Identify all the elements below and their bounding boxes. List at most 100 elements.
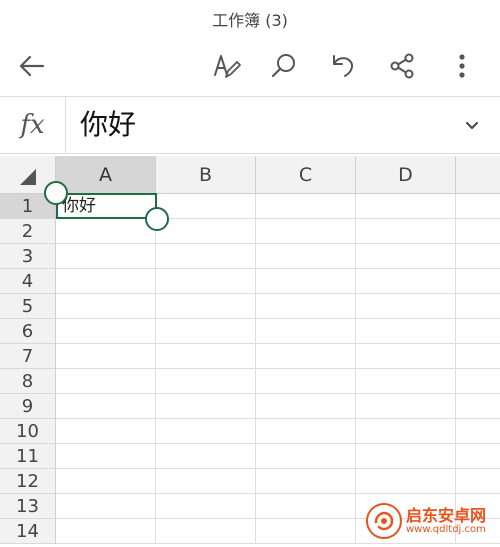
cell-d10[interactable] — [356, 419, 456, 444]
cell-b6[interactable] — [156, 319, 256, 344]
row-header-6[interactable]: 6 — [0, 319, 56, 344]
cell-c11[interactable] — [256, 444, 356, 469]
function-button[interactable]: fx — [0, 97, 66, 153]
row-header-9[interactable]: 9 — [0, 394, 56, 419]
cell-b12[interactable] — [156, 469, 256, 494]
selection-handle-end[interactable] — [145, 207, 169, 231]
cell-c2[interactable] — [256, 219, 356, 244]
cell-a4[interactable] — [56, 269, 156, 294]
window-title: 工作簿 (3) — [212, 11, 288, 30]
cell-b14[interactable] — [156, 519, 256, 544]
cell-a13[interactable] — [56, 494, 156, 519]
row-header-12[interactable]: 12 — [0, 469, 56, 494]
cell-a6[interactable] — [56, 319, 156, 344]
cell-a10[interactable] — [56, 419, 156, 444]
cell-a3[interactable] — [56, 244, 156, 269]
row-header-13[interactable]: 13 — [0, 494, 56, 519]
more-vertical-icon — [459, 54, 465, 78]
cell-a7[interactable] — [56, 344, 156, 369]
row-header-10[interactable]: 10 — [0, 419, 56, 444]
cell-d8[interactable] — [356, 369, 456, 394]
cell-e7[interactable] — [456, 344, 500, 369]
cell-e3[interactable] — [456, 244, 500, 269]
cell-d5[interactable] — [356, 294, 456, 319]
selection-handle-start[interactable] — [44, 181, 68, 205]
cell-b10[interactable] — [156, 419, 256, 444]
cell-b1[interactable] — [156, 194, 256, 219]
cell-c8[interactable] — [256, 369, 356, 394]
cell-c7[interactable] — [256, 344, 356, 369]
cell-a2[interactable] — [56, 219, 156, 244]
cell-d9[interactable] — [356, 394, 456, 419]
more-options-button[interactable] — [440, 44, 484, 88]
row-header-4[interactable]: 4 — [0, 269, 56, 294]
cell-c14[interactable] — [256, 519, 356, 544]
cell-d6[interactable] — [356, 319, 456, 344]
cell-e4[interactable] — [456, 269, 500, 294]
row-header-14[interactable]: 14 — [0, 519, 56, 544]
expand-formula-button[interactable] — [458, 111, 486, 139]
cell-b4[interactable] — [156, 269, 256, 294]
cell-a9[interactable] — [56, 394, 156, 419]
cell-c5[interactable] — [256, 294, 356, 319]
cell-e5[interactable] — [456, 294, 500, 319]
column-header-c[interactable]: C — [256, 156, 356, 194]
column-header-extra[interactable] — [456, 156, 500, 194]
cell-d3[interactable] — [356, 244, 456, 269]
cell-d4[interactable] — [356, 269, 456, 294]
cell-c12[interactable] — [256, 469, 356, 494]
cell-b3[interactable] — [156, 244, 256, 269]
cell-c13[interactable] — [256, 494, 356, 519]
watermark: 启东安卓网 www.qdltdj.com — [366, 499, 496, 543]
cell-c6[interactable] — [256, 319, 356, 344]
cell-a1[interactable]: 你好 — [56, 194, 156, 219]
cell-d12[interactable] — [356, 469, 456, 494]
formula-bar: fx 你好 — [0, 96, 500, 154]
row-header-5[interactable]: 5 — [0, 294, 56, 319]
cell-b2[interactable] — [156, 219, 256, 244]
undo-button[interactable] — [320, 44, 364, 88]
column-header-a[interactable]: A — [56, 156, 156, 194]
cell-e9[interactable] — [456, 394, 500, 419]
cell-e2[interactable] — [456, 219, 500, 244]
cell-b7[interactable] — [156, 344, 256, 369]
cell-a5[interactable] — [56, 294, 156, 319]
cell-e11[interactable] — [456, 444, 500, 469]
row-header-11[interactable]: 11 — [0, 444, 56, 469]
cell-c9[interactable] — [256, 394, 356, 419]
cell-d2[interactable] — [356, 219, 456, 244]
cell-a11[interactable] — [56, 444, 156, 469]
row-header-7[interactable]: 7 — [0, 344, 56, 369]
formula-input[interactable]: 你好 — [80, 97, 136, 153]
row-header-3[interactable]: 3 — [0, 244, 56, 269]
cell-a14[interactable] — [56, 519, 156, 544]
cell-d7[interactable] — [356, 344, 456, 369]
cell-c4[interactable] — [256, 269, 356, 294]
row-header-2[interactable]: 2 — [0, 219, 56, 244]
cell-b9[interactable] — [156, 394, 256, 419]
cell-d1[interactable] — [356, 194, 456, 219]
cell-c10[interactable] — [256, 419, 356, 444]
column-header-d[interactable]: D — [356, 156, 456, 194]
cell-b8[interactable] — [156, 369, 256, 394]
cell-e10[interactable] — [456, 419, 500, 444]
cell-e1[interactable] — [456, 194, 500, 219]
cell-b11[interactable] — [156, 444, 256, 469]
search-button[interactable] — [262, 44, 306, 88]
cell-a12[interactable] — [56, 469, 156, 494]
cell-e8[interactable] — [456, 369, 500, 394]
cell-c3[interactable] — [256, 244, 356, 269]
back-button[interactable] — [10, 44, 54, 88]
cell-b5[interactable] — [156, 294, 256, 319]
cell-b13[interactable] — [156, 494, 256, 519]
cell-e12[interactable] — [456, 469, 500, 494]
cell-c1[interactable] — [256, 194, 356, 219]
draw-button[interactable] — [204, 44, 248, 88]
row-header-8[interactable]: 8 — [0, 369, 56, 394]
spreadsheet-grid: A B C D 1 你好 2 3 4 5 6 7 8 9 10 11 12 13 14 — [0, 156, 500, 547]
cell-d11[interactable] — [356, 444, 456, 469]
share-button[interactable] — [380, 44, 424, 88]
cell-a8[interactable] — [56, 369, 156, 394]
column-header-b[interactable]: B — [156, 156, 256, 194]
cell-e6[interactable] — [456, 319, 500, 344]
